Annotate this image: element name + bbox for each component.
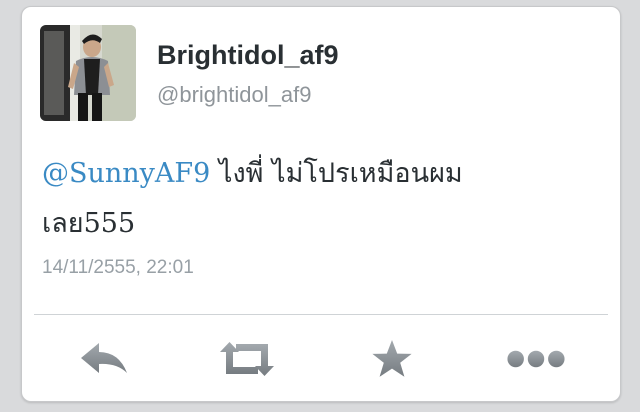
more-dots-icon [507,350,565,368]
tweet-card: Brightidol_af9 @brightidol_af9 @SunnyAF9… [21,6,621,402]
display-name[interactable]: Brightidol_af9 [157,40,339,71]
tweet-text: @SunnyAF9 ไงพี่ ไม่โปรเหมือนผม เลย555 [42,149,602,249]
reply-button[interactable] [74,337,134,381]
tweet-text-line1: ไงพี่ ไม่โปรเหมือนผม [210,158,463,189]
favorite-button[interactable] [362,337,422,381]
reply-icon [81,343,127,373]
mention-link[interactable]: @SunnyAF9 [42,158,210,189]
retweet-icon [220,342,274,376]
retweet-button[interactable] [217,337,277,381]
timestamp: 14/11/2555, 22:01 [42,257,194,278]
more-button[interactable] [506,337,566,381]
avatar[interactable] [40,25,136,121]
avatar-photo [40,25,136,121]
screen-name[interactable]: @brightidol_af9 [157,82,311,108]
tweet-text-line2: เลย555 [42,208,136,239]
action-bar [22,315,620,403]
star-icon [372,340,412,377]
